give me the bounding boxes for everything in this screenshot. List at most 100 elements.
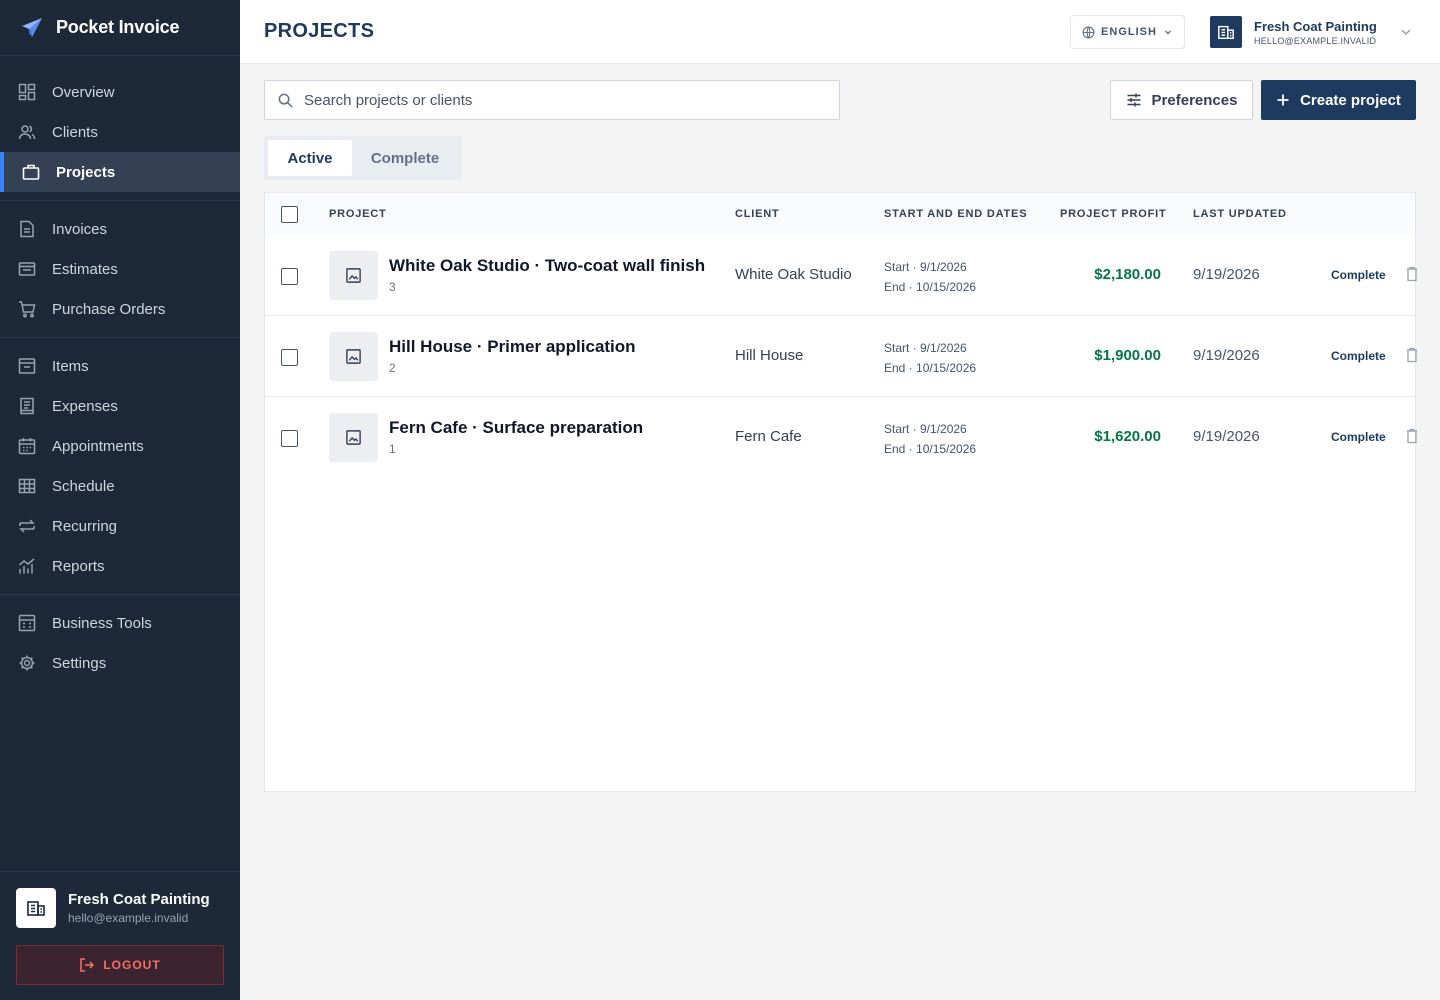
business-switcher[interactable]: Fresh Coat Painting HELLO@EXAMPLE.INVALI…	[1210, 16, 1413, 48]
end-date: End · 10/15/2026	[884, 361, 977, 375]
client-name: White Oak Studio	[735, 266, 852, 283]
building-icon	[16, 888, 56, 928]
column-header-profit[interactable]: PROJECT PROFIT	[1060, 208, 1167, 220]
logout-icon	[79, 957, 103, 973]
account-name: Fresh Coat Painting	[68, 891, 210, 908]
sidebar-item-label: Recurring	[52, 517, 118, 535]
sidebar-item-schedule[interactable]: Schedule	[0, 466, 240, 506]
plus-icon	[1276, 93, 1300, 107]
building-icon	[1210, 16, 1242, 48]
mark-complete-button[interactable]: Complete	[1331, 268, 1386, 282]
receipt-icon	[18, 397, 36, 415]
column-header-last-updated[interactable]: LAST UPDATED	[1193, 208, 1287, 220]
language-selector[interactable]: ENGLISH	[1070, 15, 1185, 49]
grid-icon	[18, 83, 36, 101]
sidebar-item-label: Estimates	[52, 260, 118, 278]
image-icon	[329, 332, 378, 381]
repeat-icon	[18, 517, 36, 535]
row-checkbox[interactable]	[281, 268, 298, 285]
logout-label: LOGOUT	[103, 958, 161, 972]
briefcase-icon	[22, 163, 40, 181]
brand[interactable]: Pocket Invoice	[0, 0, 240, 56]
sidebar-item-reports[interactable]: Reports	[0, 546, 240, 586]
last-updated: 9/19/2026	[1193, 347, 1260, 364]
sidebar-item-items[interactable]: Items	[0, 346, 240, 386]
sidebar-item-appointments[interactable]: Appointments	[0, 426, 240, 466]
preferences-button[interactable]: Preferences	[1110, 80, 1253, 120]
sidebar-item-clients[interactable]: Clients	[0, 112, 240, 152]
sidebar-item-label: Appointments	[52, 437, 144, 455]
project-dates: Start · 9/1/2026 End · 10/15/2026	[884, 338, 976, 378]
column-header-project[interactable]: PROJECT	[329, 208, 387, 220]
sidebar-item-label: Schedule	[52, 477, 115, 495]
search-box	[264, 80, 840, 120]
table-header: PROJECT CLIENT START AND END DATES PROJE…	[265, 193, 1415, 235]
column-header-dates[interactable]: START AND END DATES	[884, 208, 1027, 220]
trash-icon[interactable]	[1406, 347, 1418, 363]
sidebar-item-label: Overview	[52, 83, 115, 101]
end-date: End · 10/15/2026	[884, 280, 977, 294]
project-count: 1	[389, 442, 396, 456]
project-profit: $1,620.00	[1094, 428, 1161, 445]
logout-button[interactable]: LOGOUT	[16, 945, 224, 985]
sidebar-item-projects[interactable]: Projects	[0, 152, 240, 192]
row-checkbox[interactable]	[281, 349, 298, 366]
trash-icon[interactable]	[1406, 266, 1418, 282]
column-header-client[interactable]: CLIENT	[735, 208, 780, 220]
sidebar-footer: Fresh Coat Painting hello@example.invali…	[0, 871, 240, 1000]
sidebar-item-label: Business Tools	[52, 614, 152, 632]
document-icon	[18, 220, 36, 238]
sidebar: Pocket Invoice Overview Clients Projects…	[0, 0, 240, 1000]
sidebar-item-invoices[interactable]: Invoices	[0, 209, 240, 249]
nav-group-tools: Business Tools Settings	[0, 595, 240, 691]
sidebar-item-recurring[interactable]: Recurring	[0, 506, 240, 546]
sidebar-item-settings[interactable]: Settings	[0, 643, 240, 683]
nav-group-operations: Items Expenses Appointments Schedule Rec…	[0, 338, 240, 595]
preferences-label: Preferences	[1151, 91, 1238, 109]
sidebar-item-expenses[interactable]: Expenses	[0, 386, 240, 426]
users-icon	[18, 123, 36, 141]
tab-active[interactable]: Active	[268, 140, 352, 176]
start-date: Start · 9/1/2026	[884, 422, 967, 436]
sidebar-item-label: Settings	[52, 654, 107, 672]
search-input[interactable]	[304, 91, 804, 109]
client-name: Fern Cafe	[735, 428, 802, 445]
account-card[interactable]: Fresh Coat Painting hello@example.invali…	[16, 888, 210, 928]
end-date: End · 10/15/2026	[884, 442, 977, 456]
row-checkbox[interactable]	[281, 430, 298, 447]
sidebar-item-overview[interactable]: Overview	[0, 72, 240, 112]
sidebar-item-estimates[interactable]: Estimates	[0, 249, 240, 289]
project-name[interactable]: White Oak Studio · Two-coat wall finish	[389, 256, 705, 276]
nav-group-main: Overview Clients Projects	[0, 56, 240, 201]
table-icon	[18, 477, 36, 495]
sidebar-item-label: Items	[52, 357, 89, 375]
page-title: PROJECTS	[264, 20, 375, 42]
table-row[interactable]: Hill House · Primer application 2 Hill H…	[265, 316, 1418, 397]
calendar-icon	[18, 437, 36, 455]
project-name[interactable]: Fern Cafe · Surface preparation	[389, 418, 643, 438]
search-icon	[277, 92, 294, 109]
cart-icon	[18, 300, 36, 318]
start-date: Start · 9/1/2026	[884, 341, 967, 355]
sidebar-item-business-tools[interactable]: Business Tools	[0, 603, 240, 643]
project-count: 2	[389, 361, 396, 375]
create-project-button[interactable]: Create project	[1261, 80, 1416, 120]
top-header: PROJECTS ENGLISH Fresh Coat Painting HEL…	[240, 0, 1440, 64]
table-row[interactable]: Fern Cafe · Surface preparation 1 Fern C…	[265, 397, 1418, 478]
sidebar-item-label: Purchase Orders	[52, 300, 166, 318]
trash-icon[interactable]	[1406, 428, 1418, 444]
account-email: hello@example.invalid	[68, 911, 189, 925]
last-updated: 9/19/2026	[1193, 428, 1260, 445]
app-name: Pocket Invoice	[56, 17, 180, 37]
table-row[interactable]: White Oak Studio · Two-coat wall finish …	[265, 235, 1418, 316]
sidebar-item-purchase-orders[interactable]: Purchase Orders	[0, 289, 240, 329]
gear-icon	[18, 654, 36, 672]
mark-complete-button[interactable]: Complete	[1331, 349, 1386, 363]
chart-icon	[18, 557, 36, 575]
folder-icon	[18, 260, 36, 278]
tab-complete[interactable]: Complete	[352, 140, 458, 176]
image-icon	[329, 413, 378, 462]
mark-complete-button[interactable]: Complete	[1331, 430, 1386, 444]
project-name[interactable]: Hill House · Primer application	[389, 337, 636, 357]
select-all-checkbox[interactable]	[281, 206, 298, 223]
